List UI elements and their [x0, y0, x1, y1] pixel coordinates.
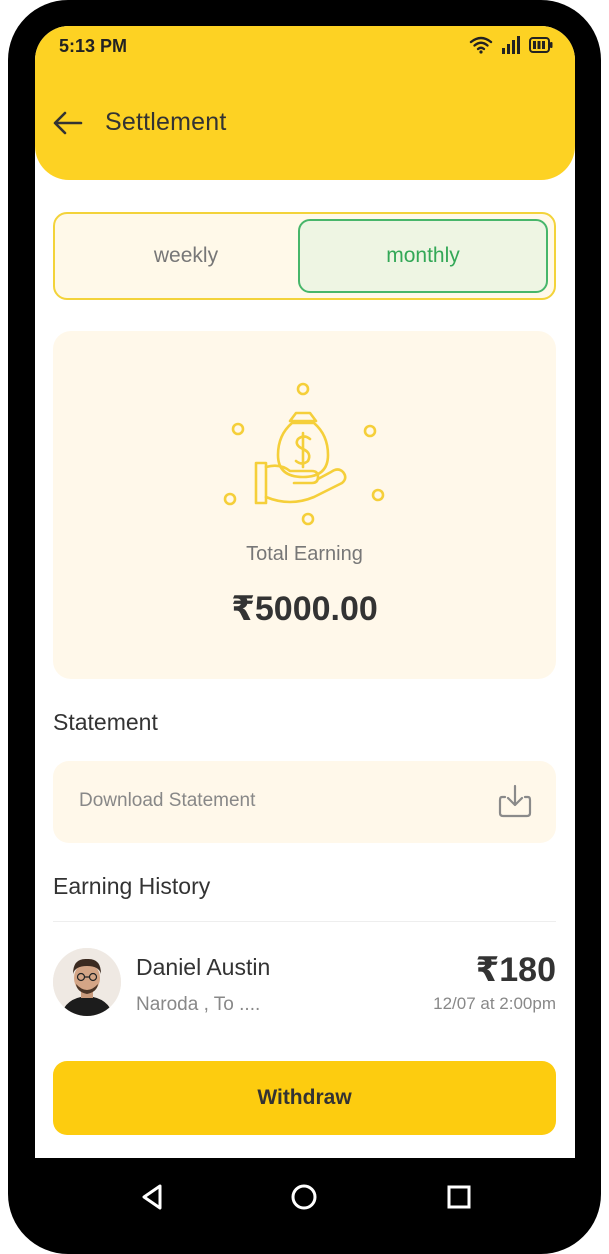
- history-datetime: 12/07 at 2:00pm: [433, 994, 556, 1013]
- tab-monthly[interactable]: monthly: [298, 219, 548, 293]
- history-name: Daniel Austin: [136, 954, 271, 980]
- back-button[interactable]: [51, 108, 87, 138]
- history-amount: ₹180: [475, 951, 556, 989]
- nav-back-icon: [142, 1184, 162, 1210]
- history-location: Naroda , To ....: [136, 994, 261, 1015]
- list-item[interactable]: Daniel Austin Naroda , To .... ₹180 12/0…: [53, 944, 556, 1022]
- tab-weekly[interactable]: weekly: [61, 219, 311, 293]
- system-nav-bar: [0, 1158, 609, 1254]
- download-statement-label: Download Statement: [79, 790, 256, 811]
- back-arrow-icon: [53, 111, 83, 135]
- nav-home-button[interactable]: [287, 1180, 321, 1214]
- total-earning-card: Total Earning ₹5000.00: [53, 331, 556, 679]
- status-time: 5:13 PM: [59, 36, 128, 56]
- money-bag-hand-icon: [223, 382, 385, 526]
- volume-down-button: [8, 416, 20, 490]
- period-toggle: weekly monthly: [53, 212, 556, 300]
- wifi-icon: [469, 36, 493, 54]
- divider: [53, 921, 556, 922]
- page-title: Settlement: [105, 108, 227, 136]
- total-earning-label: Total Earning: [246, 543, 363, 565]
- nav-recent-button[interactable]: [442, 1180, 476, 1214]
- total-earning-amount: ₹5000.00: [231, 590, 378, 628]
- statement-heading: Statement: [53, 709, 158, 735]
- avatar: [53, 948, 121, 1016]
- signal-icon: [501, 36, 521, 54]
- battery-icon: [529, 37, 553, 53]
- earning-history-heading: Earning History: [53, 873, 211, 899]
- status-icons: [469, 36, 553, 54]
- app-header: 5:13 PM Settlement: [35, 26, 575, 180]
- withdraw-button[interactable]: Withdraw: [53, 1061, 556, 1135]
- download-statement-button[interactable]: Download Statement: [53, 761, 556, 843]
- volume-up-button: [8, 326, 20, 400]
- download-icon: [498, 784, 532, 818]
- app-screen: 5:13 PM Settlement weekly monthly Total …: [35, 26, 575, 1158]
- power-button: [589, 368, 601, 508]
- nav-back-button[interactable]: [135, 1180, 169, 1214]
- nav-recent-icon: [447, 1185, 471, 1209]
- nav-home-icon: [291, 1184, 317, 1210]
